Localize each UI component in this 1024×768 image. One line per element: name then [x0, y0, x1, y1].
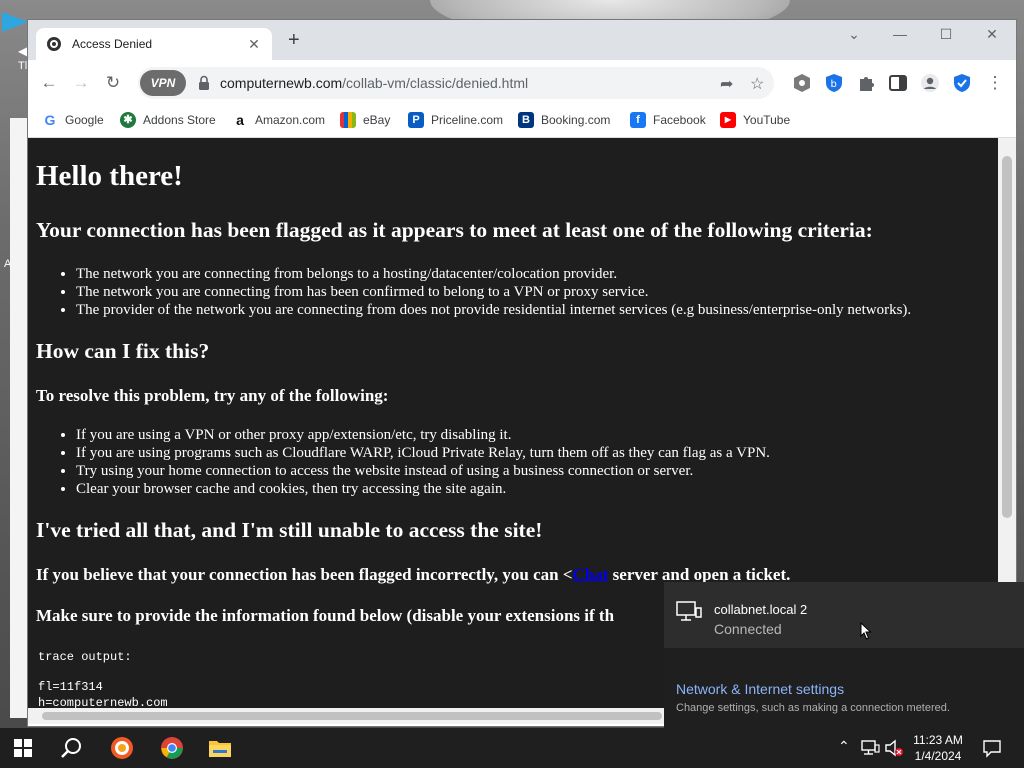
amazon-icon: a — [236, 112, 244, 128]
chat-link[interactable]: Chat — [573, 565, 609, 584]
resolve-heading: To resolve this problem, try any of the … — [36, 386, 389, 405]
bookmark-google[interactable]: G Google — [42, 112, 104, 128]
network-tray-icon[interactable] — [860, 738, 880, 758]
tab-favicon-icon — [47, 37, 61, 51]
scroll-thumb[interactable] — [1002, 156, 1012, 518]
taskbar-clock[interactable]: 11:23 AM 1/4/2024 — [902, 732, 974, 764]
chevron-up-icon[interactable]: ⌃ — [838, 738, 850, 755]
network-connection-item[interactable]: collabnet.local 2 Connected — [664, 582, 1024, 648]
side-panel-icon[interactable] — [888, 73, 908, 93]
profile-avatar-icon[interactable] — [920, 73, 940, 93]
bookmark-priceline[interactable]: P Priceline.com — [408, 112, 503, 128]
priceline-icon: P — [408, 112, 424, 128]
bookmark-ebay[interactable]: eBay — [340, 112, 390, 128]
maximize-icon[interactable]: ☐ — [932, 26, 960, 43]
google-icon: G — [44, 112, 56, 128]
windows-start-icon[interactable] — [14, 739, 32, 757]
vpn-badge[interactable]: VPN — [140, 70, 186, 96]
extension-badge-icon[interactable] — [792, 73, 812, 93]
list-item: If you are using programs such as Cloudf… — [76, 444, 770, 462]
minimize-icon[interactable]: — — [886, 26, 914, 42]
criteria-list: The network you are connecting from belo… — [76, 265, 911, 319]
url-text[interactable]: computernewb.com/collab-vm/classic/denie… — [220, 75, 528, 91]
tried-heading: I've tried all that, and I'm still unabl… — [36, 518, 543, 542]
list-item: Clear your browser cache and cookies, th… — [76, 480, 770, 498]
tab-close-icon[interactable]: ✕ — [246, 36, 262, 53]
list-item: The network you are connecting from belo… — [76, 265, 911, 283]
new-tab-icon[interactable]: + — [288, 30, 300, 50]
extensions-puzzle-icon[interactable] — [856, 73, 876, 93]
forward-icon[interactable]: → — [70, 72, 92, 94]
clock-date: 1/4/2024 — [914, 749, 962, 763]
browser-toolbar: ← → ↻ VPN computernewb.com/collab-vm/cla… — [28, 60, 1016, 106]
list-item: If you are using a VPN or other proxy ap… — [76, 426, 770, 444]
network-settings-link[interactable]: Network & Internet settings — [676, 681, 844, 697]
trace-line: h=computernewb.com — [38, 696, 168, 708]
network-status: Connected — [714, 621, 782, 637]
desktop-icon-fragment[interactable]: ◀ — [0, 8, 30, 108]
facebook-icon: f — [630, 112, 646, 128]
close-window-icon[interactable]: ✕ — [978, 26, 1006, 43]
bookmark-youtube[interactable]: ▶ YouTube — [720, 112, 790, 128]
list-item: The network you are connecting from has … — [76, 283, 911, 301]
mouse-cursor-icon — [860, 622, 872, 640]
menu-kebab-icon[interactable]: ⋮ — [984, 72, 1006, 94]
list-item: Try using your home connection to access… — [76, 462, 770, 480]
reload-icon[interactable]: ↻ — [102, 72, 124, 94]
bookmark-amazon[interactable]: a Amazon.com — [232, 112, 325, 128]
shield-extension-icon[interactable]: b — [824, 73, 844, 93]
chrome-icon[interactable] — [160, 736, 184, 760]
notification-center-icon[interactable] — [982, 738, 1002, 758]
svg-text:b: b — [831, 79, 837, 90]
address-bar[interactable]: VPN computernewb.com/collab-vm/classic/d… — [138, 67, 774, 99]
tab-strip: Access Denied ✕ + ⌄ — ☐ ✕ — [28, 20, 1016, 60]
lock-icon[interactable] — [198, 75, 210, 91]
network-settings-description: Change settings, such as making a connec… — [676, 702, 950, 714]
network-flyout: collabnet.local 2 Connected Network & In… — [664, 582, 1024, 728]
taskbar: ⌃ 11:23 AM 1/4/2024 — [0, 728, 1024, 768]
bookmarks-bar: G Google ✱ Addons Store a Amazon.com eBay P… — [28, 106, 1016, 138]
fixes-list: If you are using a VPN or other proxy ap… — [76, 426, 770, 498]
ebay-icon — [340, 112, 356, 128]
bookmark-facebook[interactable]: f Facebook — [630, 112, 706, 128]
youtube-icon: ▶ — [720, 112, 736, 128]
page-heading: Hello there! — [36, 160, 183, 192]
addons-store-icon: ✱ — [120, 112, 136, 128]
ethernet-network-icon — [676, 601, 702, 621]
brave-browser-icon[interactable] — [110, 736, 134, 760]
trace-line: fl=11f314 — [38, 680, 103, 694]
trace-label: trace output: — [38, 650, 132, 664]
back-icon[interactable]: ← — [38, 72, 60, 94]
bookmark-booking[interactable]: B Booking.com — [518, 112, 610, 128]
network-name: collabnet.local 2 — [714, 602, 808, 617]
fix-heading: How can I fix this? — [36, 339, 210, 363]
bookmark-star-icon[interactable]: ☆ — [750, 74, 764, 94]
bookmark-addons-store[interactable]: ✱ Addons Store — [120, 112, 216, 128]
desktop-icon-label: Tl — [18, 60, 28, 72]
volume-muted-icon[interactable] — [884, 738, 904, 758]
list-item: The provider of the network you are conn… — [76, 301, 911, 319]
tab-title: Access Denied — [72, 37, 153, 51]
background-window-edge — [10, 118, 28, 718]
bitwarden-shield-icon[interactable] — [952, 73, 972, 93]
share-icon[interactable]: ➦ — [720, 74, 733, 94]
tab-search-icon[interactable]: ⌄ — [840, 26, 868, 43]
file-explorer-icon[interactable] — [208, 736, 232, 760]
scroll-thumb[interactable] — [42, 712, 662, 720]
clock-time: 11:23 AM — [913, 733, 963, 747]
search-icon[interactable] — [60, 736, 84, 760]
provide-info-text: Make sure to provide the information fou… — [36, 606, 615, 625]
criteria-heading: Your connection has been flagged as it a… — [36, 218, 873, 242]
booking-icon: B — [518, 112, 534, 128]
tab-access-denied[interactable]: Access Denied ✕ — [36, 28, 272, 60]
